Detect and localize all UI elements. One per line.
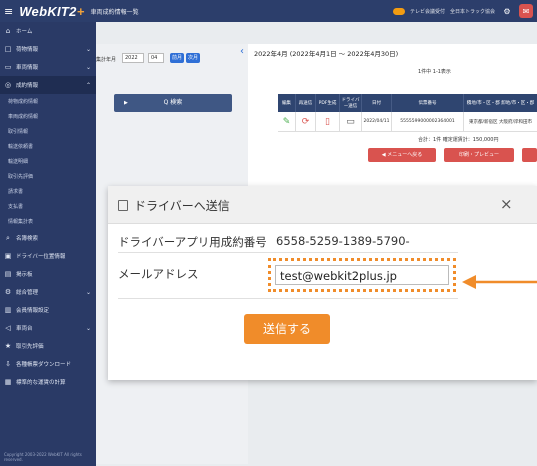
brand-logo[interactable]: WebKIT2+ — [19, 4, 84, 19]
print-preview-button[interactable]: 印刷・プレビュー — [444, 148, 514, 162]
gear-icon[interactable]: ⚙ — [500, 4, 514, 18]
next-month-button[interactable]: 次月 — [186, 53, 200, 63]
col-header: 伝票番号 — [392, 94, 464, 112]
modal-title: ドライバーへ送信 — [118, 197, 230, 214]
truck-icon: ▭ — [4, 63, 12, 71]
table-header: 編集 再送信 PDF生成 ドライバー送信 日付 伝票番号 積地/市・区・郡 卸地… — [278, 94, 537, 112]
arrow-left-icon — [462, 275, 537, 289]
col-header: 積地/市・区・郡 卸地/市・区・郡 — [466, 101, 535, 106]
chevron-up-icon: ⌃ — [85, 81, 91, 89]
resend-icon[interactable]: ⟳ — [296, 112, 316, 131]
sidebar-sub-item[interactable]: 取引情報 — [0, 124, 96, 139]
notification-icon[interactable]: ✉ — [519, 4, 533, 18]
toggle-switch[interactable] — [392, 7, 405, 15]
sidebar-sub-item[interactable]: 取引先評価 — [0, 169, 96, 184]
sidebar-item-cargo[interactable]: □ 荷物情報 ⌄ — [0, 40, 96, 58]
phone-icon[interactable]: ▭ — [340, 112, 362, 131]
divider — [118, 252, 458, 253]
count-line: 1件中 1-1表示 — [418, 69, 451, 75]
send-button[interactable]: 送信する — [244, 314, 330, 344]
copyright: Copyright 2003-2022 WebKIT All rights re… — [4, 452, 82, 462]
download-icon: ⇩ — [5, 360, 11, 368]
truck-icon: ◁ — [5, 324, 11, 332]
table-row: ✎ ⟳ ▯ ▭ 2022/04/11 5555599000002364001 東… — [278, 112, 537, 132]
sidebar-item-vehicle-list[interactable]: ◁ 車両台 ⌄ — [0, 319, 96, 337]
handshake-icon: ◎ — [4, 81, 12, 89]
sidebar-item-vehicle[interactable]: ▭ 車両情報 ⌄ — [0, 58, 96, 76]
home-icon: ⌂ — [5, 27, 11, 35]
sidebar-sub-item[interactable]: 輸送明細 — [0, 154, 96, 169]
top-bar: ≡ WebKIT2+ 車両成約情報一覧 テレビ会議受付 全日本トラック協会 ⚙ … — [0, 0, 537, 22]
pdf-icon[interactable]: ▯ — [316, 112, 340, 131]
col-header: ドライバー送信 — [340, 94, 362, 112]
sidebar-sub-item[interactable]: 支払書 — [0, 199, 96, 214]
menu-icon[interactable]: ≡ — [4, 5, 13, 18]
calc-icon: ▦ — [4, 378, 12, 386]
year-input[interactable]: 2022 — [122, 53, 144, 63]
content-panel: ‹ 2022年4月 (2022年4月1日 ～ 2022年4月30日) 1件中 1… — [240, 44, 537, 194]
chevron-down-icon: ⌄ — [85, 63, 91, 71]
edit-icon[interactable]: ✎ — [278, 112, 296, 131]
search-icon: ⌕ — [6, 233, 10, 242]
sidebar-sub-item[interactable]: 請求書 — [0, 184, 96, 199]
gear-icon: ⚙ — [4, 288, 12, 296]
tv-link[interactable]: テレビ会議受付 — [410, 8, 445, 15]
sidebar-item-fare-calc[interactable]: ▦ 標準的な運賃の計算 — [0, 373, 96, 391]
contract-number-label: ドライバーアプリ用成約番号 — [118, 235, 267, 249]
sidebar-item-board[interactable]: ▤ 掲示板 — [0, 265, 96, 283]
extra-button[interactable] — [522, 148, 537, 162]
sidebar-item-home[interactable]: ⌂ ホーム — [0, 22, 96, 40]
row-date: 2022/04/11 — [362, 112, 392, 131]
chevron-down-icon: ⌄ — [85, 45, 91, 53]
page-title: 車両成約情報一覧 — [90, 8, 139, 16]
sidebar: ⌂ ホーム □ 荷物情報 ⌄ ▭ 車両情報 ⌄ ◎ 成約情報 ⌃ 荷物成約情報 車両成約情報 … — [0, 22, 96, 466]
sidebar-sub-item[interactable]: 輸送依頼書 — [0, 139, 96, 154]
sidebar-item-contract[interactable]: ◎ 成約情報 ⌃ — [0, 76, 96, 94]
association-link[interactable]: 全日本トラック協会 — [450, 8, 495, 15]
email-field[interactable]: test@webkit2plus.jp — [275, 265, 449, 285]
chevron-down-icon: ⌄ — [85, 324, 91, 332]
chevron-left-icon[interactable]: ‹ — [240, 46, 244, 57]
row-slip[interactable]: 5555599000002364001 — [392, 112, 464, 131]
col-header: 編集 — [278, 94, 296, 112]
email-field-highlight: test@webkit2plus.jp — [268, 258, 456, 292]
divider — [118, 298, 458, 299]
row-route: 東京都/新宿区 大阪府/岸和田市 — [469, 119, 532, 125]
prev-month-button[interactable]: 前月 — [170, 53, 184, 63]
sidebar-item-download[interactable]: ⇩ 各種帳票ダウンロード — [0, 355, 96, 373]
month-input[interactable]: 04 — [148, 53, 164, 63]
search-button[interactable]: ▶ Q 検索 — [114, 94, 232, 112]
sidebar-sub-item[interactable]: 荷物成約情報 — [0, 94, 96, 109]
document-icon — [118, 200, 128, 211]
col-header: 再送信 — [296, 94, 316, 112]
map-icon: ▣ — [4, 252, 12, 260]
user-icon: ▥ — [4, 306, 12, 314]
sidebar-item-rating[interactable]: ★ 取引先評価 — [0, 337, 96, 355]
sidebar-item-member[interactable]: ▥ 会員情報設定 — [0, 301, 96, 319]
sidebar-item-directory[interactable]: ⌕ 名簿検索 — [0, 229, 96, 247]
back-to-menu-button[interactable]: ◀ メニューへ戻る — [368, 148, 436, 162]
arrow-right-icon: ▶ — [124, 100, 128, 106]
period-heading: 2022年4月 (2022年4月1日 ～ 2022年4月30日) — [254, 50, 399, 58]
star-icon: ★ — [4, 342, 12, 350]
chevron-down-icon: ⌄ — [85, 288, 91, 296]
col-header: 日付 — [362, 94, 392, 112]
contract-number-value: 6558-5259-1389-5790- — [276, 234, 410, 248]
close-icon[interactable]: × — [500, 195, 513, 213]
modal-header: ドライバーへ送信 × — [108, 186, 537, 224]
total-line: 合計：1件 確定運賃計：150,000円 — [418, 137, 499, 143]
col-header: PDF生成 — [316, 94, 340, 112]
sidebar-item-driver-location[interactable]: ▣ ドライバー位置情報 — [0, 247, 96, 265]
board-icon: ▤ — [4, 270, 12, 278]
period-label: 集計年月 — [96, 57, 117, 63]
email-label: メールアドレス — [118, 267, 199, 281]
sidebar-sub-item[interactable]: 情報集計表 — [0, 214, 96, 229]
sidebar-item-admin[interactable]: ⚙ 総合管理 ⌄ — [0, 283, 96, 301]
box-icon: □ — [4, 45, 12, 53]
sidebar-sub-item[interactable]: 車両成約情報 — [0, 109, 96, 124]
